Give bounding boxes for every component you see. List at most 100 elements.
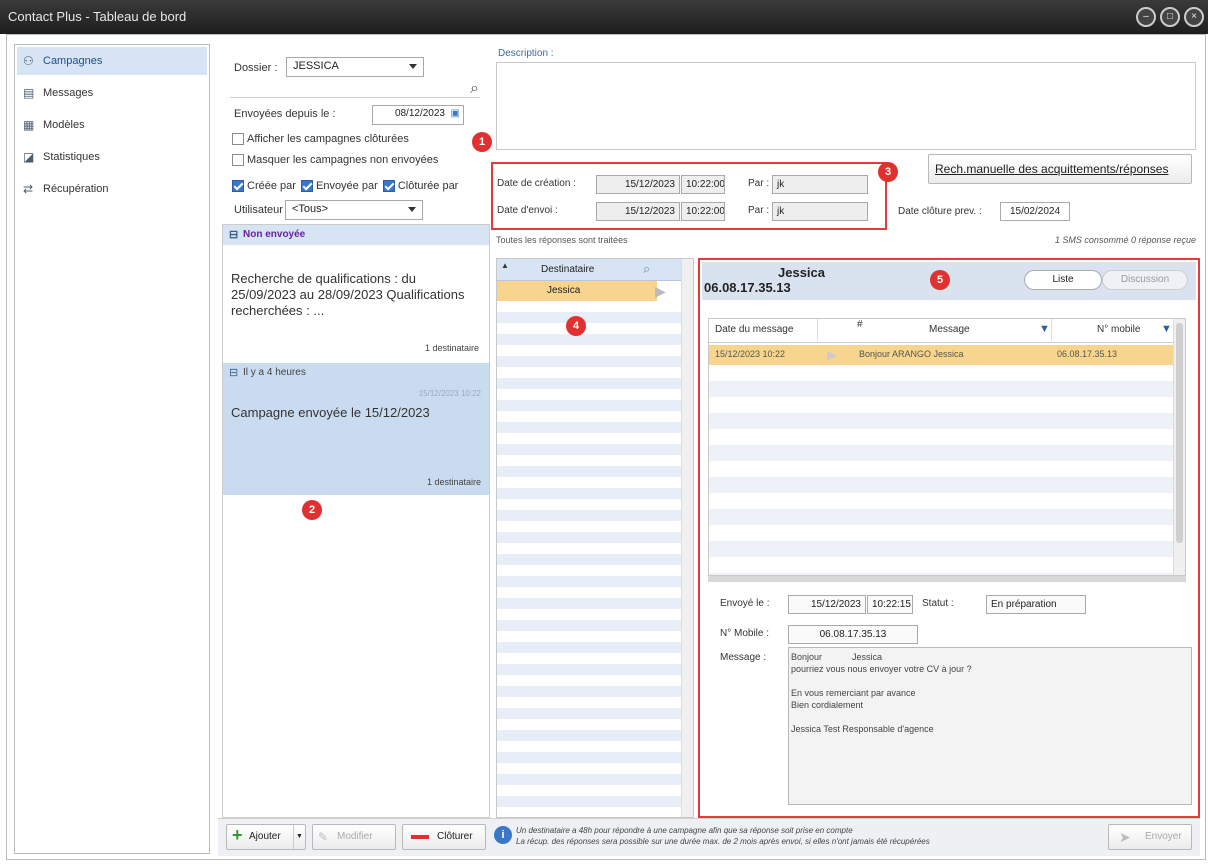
envoi-by-label: Par : — [748, 205, 770, 216]
close-button[interactable]: × — [1184, 7, 1204, 27]
campaign-item-title[interactable]: Recherche de qualifications : du 25/09/2… — [231, 271, 471, 319]
filter-icon[interactable]: ▼ — [1039, 323, 1050, 335]
search-icon[interactable]: ⌕ — [470, 80, 479, 98]
info-icon: i — [494, 826, 512, 844]
send-icon: ➤ — [1119, 829, 1131, 845]
recipients-grid: ▲ Destinataire ⌕ Jessica ▶ — [496, 258, 694, 818]
column-mobile[interactable]: N° mobile — [1097, 319, 1140, 341]
envoi-by-field: jk — [772, 202, 868, 221]
splitter-handle[interactable] — [708, 576, 1186, 582]
people-icon: ⚇ — [23, 54, 34, 68]
message-row[interactable]: 15/12/2023 10:22 ▶ Bonjour ARANGO Jessic… — [709, 345, 1173, 365]
envoye-label: Envoyé le : — [720, 598, 770, 609]
filter-icon[interactable]: ▼ — [1161, 323, 1172, 335]
modify-button[interactable]: ✎ Modifier — [312, 824, 396, 850]
recipient-name: Jessica — [547, 285, 581, 296]
add-button[interactable]: + Ajouter ▼ — [226, 824, 306, 850]
pencil-icon: ✎ — [318, 830, 329, 844]
minimize-button[interactable]: – — [1136, 7, 1156, 27]
sort-up-icon[interactable]: ▲ — [501, 261, 509, 270]
utilisateur-label: Utilisateur : — [234, 204, 290, 216]
cloture-date-field[interactable]: 15/02/2024 — [1000, 202, 1070, 221]
column-divider — [817, 319, 818, 343]
maximize-button[interactable]: □ — [1160, 7, 1180, 27]
tab-liste[interactable]: Liste — [1024, 270, 1102, 290]
show-closed-checkbox[interactable] — [232, 133, 244, 146]
campaign-item-selected[interactable]: 15/12/2023 10:22 Campagne envoyée le 15/… — [223, 383, 489, 495]
cloture-label: Date clôture prev. : — [898, 206, 982, 217]
recipients-column-header[interactable]: Destinataire — [541, 264, 594, 275]
group-header-non-envoyee[interactable]: Non envoyée — [223, 225, 489, 245]
sidebar-item-campagnes[interactable]: ⚇ Campagnes — [17, 47, 207, 75]
creation-label: Date de création : — [497, 178, 576, 189]
modify-label: Modifier — [337, 831, 373, 842]
mobile-field: 06.08.17.35.13 — [788, 625, 918, 644]
envoyees-date-value: 08/12/2023 — [394, 108, 445, 119]
tab-discussion[interactable]: Discussion — [1102, 270, 1188, 290]
messages-scrollbar[interactable] — [1173, 319, 1185, 575]
recipients-scrollbar[interactable] — [681, 259, 693, 817]
envoi-label: Date d'envoi : — [497, 205, 558, 216]
hide-unsent-option[interactable]: Masquer les campagnes non envoyées — [232, 154, 438, 167]
dossier-select[interactable]: JESSICA — [286, 57, 424, 77]
sidebar-item-messages[interactable]: ▤ Messages — [17, 79, 207, 107]
message-panel-header: Jessica 06.08.17.35.13 5 Liste Discussio… — [702, 262, 1196, 300]
send-button[interactable]: ➤ Envoyer — [1108, 824, 1192, 850]
add-label: Ajouter — [249, 831, 281, 842]
description-field[interactable] — [496, 62, 1196, 150]
sidebar-item-label: Récupération — [43, 183, 109, 195]
show-closed-option[interactable]: Afficher les campagnes clôturées — [232, 133, 409, 146]
arrow-right-icon: ▶ — [827, 347, 837, 362]
envoyee-par-checkbox[interactable] — [300, 180, 313, 193]
manual-search-button[interactable]: Rech.manuelle des acquittements/réponses — [928, 154, 1192, 184]
creation-by-label: Par : — [748, 178, 770, 189]
callout-badge-2: 2 — [302, 500, 322, 520]
campaign-item-recipients: 1 destinataire — [426, 477, 481, 487]
close-campaign-button[interactable]: Clôturer — [402, 824, 486, 850]
sidebar-item-label: Statistiques — [43, 151, 100, 163]
recipients-header: ▲ Destinataire ⌕ — [497, 259, 681, 281]
dossier-label: Dossier : — [234, 62, 278, 74]
message-label: Message : — [720, 652, 767, 663]
recipients-empty-rows — [497, 301, 681, 817]
description-label: Description : — [498, 48, 554, 59]
message-text: Bonjour ARANGO Jessica — [859, 349, 964, 359]
envoyees-date-input[interactable]: 08/12/2023 ▣ — [372, 105, 464, 125]
cloturee-par-checkbox[interactable] — [382, 180, 395, 193]
column-index[interactable]: # — [857, 319, 863, 336]
sidebar-nav: ⚇ Campagnes ▤ Messages ▦ Modèles ◪ Statistiq… — [14, 44, 210, 854]
template-icon: ▦ — [23, 118, 35, 132]
group-header-recent[interactable]: Il y a 4 heures — [223, 363, 489, 383]
search-icon[interactable]: ⌕ — [643, 261, 650, 277]
chevron-down-icon[interactable]: ▼ — [293, 825, 305, 849]
sidebar-item-recuperation[interactable]: ⇄ Récupération — [17, 175, 207, 203]
cloturee-par-label: Clôturée par — [397, 180, 459, 192]
calendar-icon[interactable]: ▣ — [451, 108, 460, 119]
sidebar-item-label: Messages — [43, 87, 94, 99]
mobile-label: N° Mobile : — [720, 628, 770, 639]
chevron-down-icon — [408, 207, 416, 212]
dossier-value: JESSICA — [293, 60, 339, 72]
plus-icon: + — [232, 825, 243, 845]
sms-info: 1 SMS consommé 0 réponse reçue — [1054, 235, 1196, 245]
creee-par-checkbox[interactable] — [232, 180, 244, 193]
statut-field: En préparation — [986, 595, 1086, 614]
title-bar: Contact Plus - Tableau de bord – □ × — [0, 0, 1208, 34]
column-divider — [1051, 319, 1052, 343]
sidebar-item-statistiques[interactable]: ◪ Statistiques — [17, 143, 207, 171]
sidebar-item-label: Campagnes — [43, 55, 103, 67]
envoye-time-field: 10:22:15 — [867, 595, 913, 614]
utilisateur-select[interactable]: <Tous> — [285, 200, 423, 220]
messages-table: Date du message # Message ▼ N° mobile ▼ … — [708, 318, 1186, 576]
window-title: Contact Plus - Tableau de bord — [8, 9, 187, 24]
hide-unsent-checkbox[interactable] — [232, 154, 244, 167]
column-date[interactable]: Date du message — [715, 319, 793, 341]
recipient-row[interactable]: Jessica ▶ — [497, 281, 666, 301]
separator — [230, 97, 480, 98]
envoi-time-field: 10:22:00 — [681, 202, 725, 221]
creation-date-field: 15/12/2023 — [596, 175, 680, 194]
creation-by-field: jk — [772, 175, 868, 194]
column-message[interactable]: Message — [929, 319, 970, 341]
footer-info: Un destinataire a 48h pour répondre à un… — [516, 825, 930, 847]
sidebar-item-modeles[interactable]: ▦ Modèles — [17, 111, 207, 139]
